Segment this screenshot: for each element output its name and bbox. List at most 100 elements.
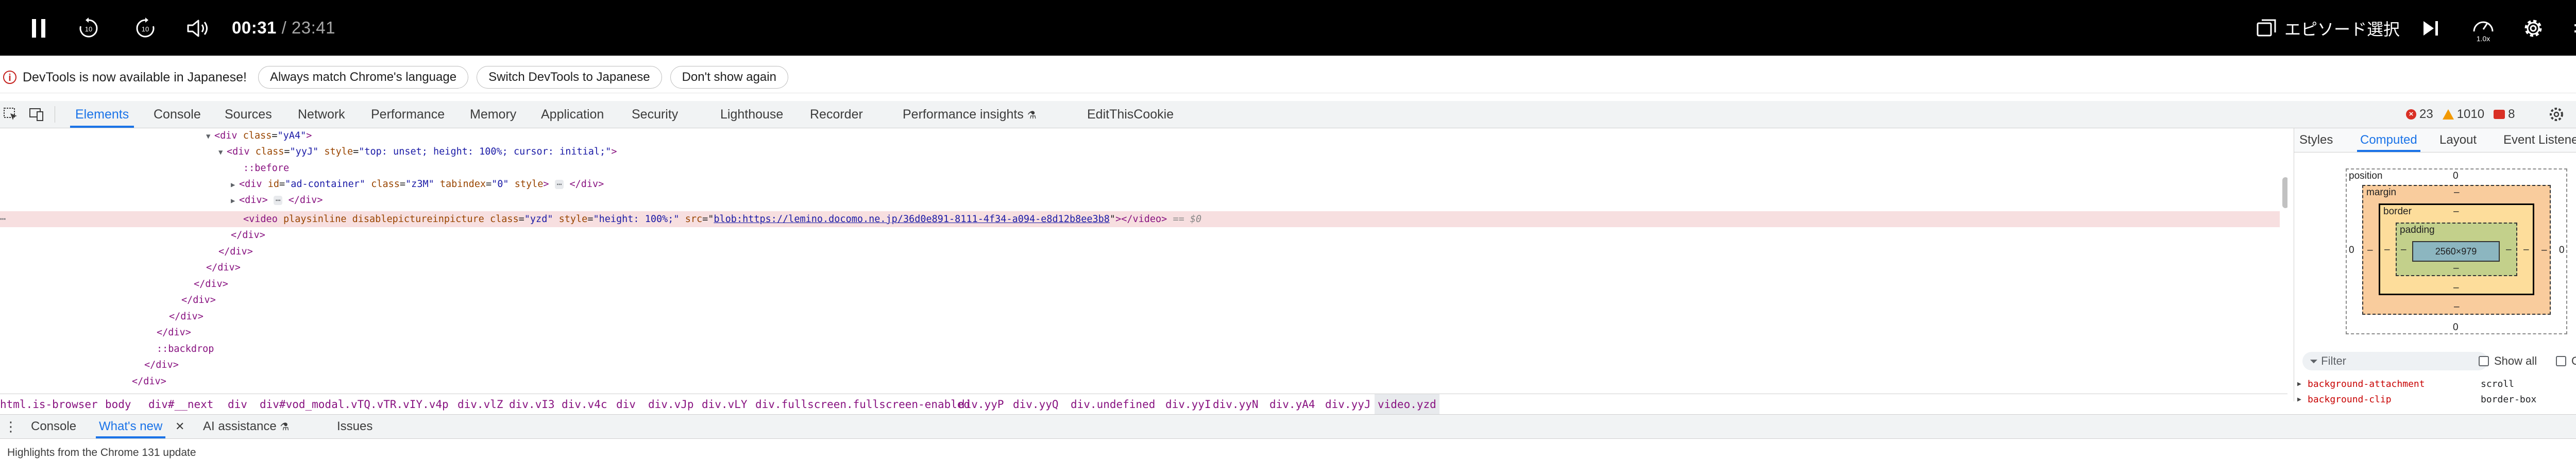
- dom-line-backdrop-pseudo[interactable]: ::backdrop: [157, 341, 214, 357]
- breadcrumb-item[interactable]: body: [105, 394, 131, 415]
- dont-show-again-button[interactable]: Don't show again: [670, 66, 788, 89]
- dom-line-video-selected[interactable]: <video playsinline disablepictureinpictu…: [243, 211, 1201, 227]
- skip-back-button[interactable]: 10: [76, 10, 101, 46]
- drawer-tab-issues[interactable]: Issues: [337, 415, 372, 438]
- breadcrumb-item[interactable]: div#vod_modal.vTQ.vTR.vIY.v4p: [260, 394, 449, 415]
- pause-button[interactable]: [27, 10, 50, 46]
- collapsed-children-ellipsis[interactable]: ⋯: [273, 196, 283, 205]
- breadcrumb-item[interactable]: div.yA4: [1269, 394, 1315, 415]
- collapsed-children-ellipsis[interactable]: ⋯: [554, 180, 564, 189]
- group-checkbox[interactable]: Group: [2556, 354, 2576, 367]
- episode-select-button[interactable]: エピソード選択: [2257, 10, 2400, 46]
- expanded-arrow-icon[interactable]: ▼: [218, 145, 227, 161]
- tab-performance-insights[interactable]: Performance insights ⚗: [903, 101, 1037, 128]
- tab-network[interactable]: Network: [298, 101, 345, 128]
- box-model-border[interactable]: border – – – – padding – – – 2560×979: [2379, 203, 2534, 295]
- tab-security[interactable]: Security: [632, 101, 678, 128]
- breadcrumb-item[interactable]: div.vlZ: [457, 394, 503, 415]
- dom-line-close-div[interactable]: </div>: [157, 325, 191, 341]
- device-toolbar-icon[interactable]: [29, 107, 44, 122]
- tab-sources[interactable]: Sources: [225, 101, 272, 128]
- collapsed-arrow-icon[interactable]: ▶: [231, 193, 239, 209]
- tab-lighthouse[interactable]: Lighthouse: [720, 101, 783, 128]
- computed-filter-input[interactable]: ⏷ Filter: [2302, 352, 2488, 370]
- element-breadcrumb: html.is-browser body div#__next div div#…: [0, 394, 2287, 415]
- breadcrumb-item[interactable]: div.fullscreen.fullscreen-enabled: [755, 394, 970, 415]
- elements-dom-tree[interactable]: ▼ <div class="yA4"> ▼ <div class="yyJ" sty…: [0, 128, 2287, 394]
- breadcrumb-item[interactable]: html.is-browser: [0, 394, 98, 415]
- tab-memory[interactable]: Memory: [470, 101, 516, 128]
- breadcrumb-item[interactable]: div.yyJ: [1325, 394, 1371, 415]
- show-all-box[interactable]: [2479, 356, 2489, 366]
- skip-forward-button[interactable]: 10: [133, 10, 158, 46]
- show-all-label: Show all: [2494, 354, 2537, 367]
- playback-speed-button[interactable]: 1.0x: [2469, 10, 2498, 46]
- drawer-tab-console[interactable]: Console: [31, 415, 76, 438]
- tab-computed[interactable]: Computed: [2357, 128, 2420, 152]
- dom-line-close-div[interactable]: </div>: [169, 309, 204, 325]
- dom-line-close-div[interactable]: </div>: [206, 260, 241, 276]
- group-box[interactable]: [2556, 356, 2566, 366]
- selected-node-marker: == $0: [1173, 214, 1202, 225]
- breadcrumb-item[interactable]: div.v4c: [562, 394, 607, 415]
- video-src-link[interactable]: blob:https://lemino.docomo.ne.jp/36d0e89…: [714, 214, 1110, 225]
- dom-line-close-div[interactable]: </div>: [218, 244, 253, 260]
- breadcrumb-item[interactable]: div: [228, 394, 247, 415]
- box-model-padding[interactable]: padding – – – 2560×979: [2396, 223, 2517, 276]
- close-tab-icon[interactable]: ✕: [175, 418, 184, 435]
- next-episode-button[interactable]: [2419, 10, 2442, 46]
- box-model-margin[interactable]: margin – – – – border – – – – padding – …: [2362, 185, 2551, 315]
- dom-line-div-empty[interactable]: ▶ <div> ⋯ </div>: [231, 192, 323, 208]
- dom-line-close-div[interactable]: </div>: [144, 357, 179, 373]
- breadcrumb-item[interactable]: div.vI3: [509, 394, 555, 415]
- tab-editthiscookie[interactable]: EditThisCookie: [1087, 101, 1174, 128]
- gear-icon: [2524, 20, 2542, 37]
- expand-arrow-icon[interactable]: ▶: [2297, 392, 2301, 407]
- computed-property-row[interactable]: ▶ background-attachment scroll: [2294, 377, 2576, 392]
- breadcrumb-item[interactable]: div#__next: [148, 394, 213, 415]
- dom-vertical-scrollbar[interactable]: [2282, 177, 2287, 208]
- dom-line-close-div[interactable]: </div>: [132, 373, 166, 389]
- dom-line-ya4[interactable]: ▼ <div class="yA4">: [206, 128, 312, 144]
- drawer-menu-icon[interactable]: ⋮: [4, 418, 18, 435]
- tab-elements[interactable]: Elements: [70, 101, 134, 128]
- tab-event-listeners[interactable]: Event Listeners: [2503, 128, 2576, 152]
- tab-console[interactable]: Console: [154, 101, 201, 128]
- drawer-tab-whats-new[interactable]: What's new: [95, 415, 166, 438]
- breadcrumb-item[interactable]: div.yyN: [1213, 394, 1259, 415]
- breadcrumb-item[interactable]: div.vLY: [702, 394, 748, 415]
- breadcrumb-item[interactable]: div.yyI: [1165, 394, 1211, 415]
- dom-line-close-div[interactable]: </div>: [194, 276, 228, 292]
- dom-line-close-div[interactable]: </div>: [231, 227, 265, 243]
- show-all-checkbox[interactable]: Show all: [2479, 354, 2537, 367]
- settings-button[interactable]: [2520, 10, 2546, 46]
- dom-line-before-pseudo[interactable]: ::before: [243, 160, 289, 176]
- tab-performance[interactable]: Performance: [371, 101, 445, 128]
- switch-to-japanese-button[interactable]: Switch DevTools to Japanese: [477, 66, 662, 89]
- tab-styles[interactable]: Styles: [2299, 128, 2333, 152]
- tab-recorder[interactable]: Recorder: [810, 101, 863, 128]
- dom-line-ad-container[interactable]: ▶ <div id="ad-container" class="z3M" tabi…: [231, 176, 604, 192]
- breadcrumb-item[interactable]: div: [616, 394, 636, 415]
- issue-counters[interactable]: × 23 1010 8: [2406, 101, 2515, 128]
- collapsed-arrow-icon[interactable]: ▶: [231, 177, 239, 193]
- exit-fullscreen-button[interactable]: [2571, 10, 2576, 46]
- tab-layout[interactable]: Layout: [2439, 128, 2477, 152]
- breadcrumb-item[interactable]: div.undefined: [1071, 394, 1155, 415]
- expand-arrow-icon[interactable]: ▶: [2297, 377, 2301, 392]
- always-match-language-button[interactable]: Always match Chrome's language: [258, 66, 469, 89]
- tab-application[interactable]: Application: [541, 101, 604, 128]
- expanded-arrow-icon[interactable]: ▼: [206, 129, 214, 145]
- box-model-content[interactable]: 2560×979: [2412, 241, 2500, 262]
- drawer-tab-ai-assistance[interactable]: AI assistance ⚗: [203, 415, 289, 438]
- breadcrumb-item-selected[interactable]: video.yzd: [1375, 394, 1439, 415]
- volume-button[interactable]: [185, 10, 211, 46]
- dom-line-yyj[interactable]: ▼ <div class="yyJ" style="top: unset; hei…: [218, 144, 617, 160]
- devtools-settings-gear-icon[interactable]: [2548, 106, 2565, 123]
- breadcrumb-item[interactable]: div.yyP: [958, 394, 1004, 415]
- inspect-element-icon[interactable]: [3, 107, 19, 122]
- breadcrumb-item[interactable]: div.yyQ: [1013, 394, 1059, 415]
- dom-line-close-div[interactable]: </div>: [181, 292, 216, 308]
- breadcrumb-item[interactable]: div.vJp: [648, 394, 694, 415]
- computed-property-row[interactable]: ▶ background-clip border-box: [2294, 392, 2576, 407]
